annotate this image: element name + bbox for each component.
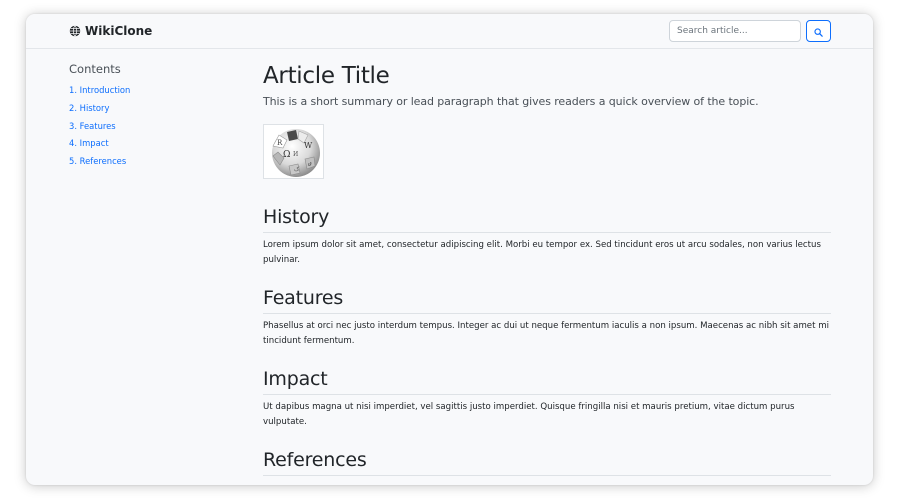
section-body: Ut dapibus magna ut nisi imperdiet, vel … [263, 402, 795, 427]
toc-item: 3. Features [69, 121, 219, 139]
search-button[interactable] [806, 20, 831, 42]
section-history: History Lorem ipsum dolor sit amet, cons… [263, 205, 831, 267]
toc-title: Contents [69, 62, 121, 76]
article-image: R Ω W И ሀ ک [263, 124, 324, 179]
wikipedia-globe-logo: R Ω W И ሀ ک [271, 128, 320, 177]
article-lead: This is a short summary or lead paragrap… [263, 95, 759, 108]
search-input[interactable] [669, 20, 801, 42]
table-of-contents: Contents 1. Introduction 2. History 3. F… [69, 62, 219, 174]
toc-item: 1. Introduction [69, 85, 219, 103]
brand-link[interactable]: WikiClone [69, 23, 152, 39]
toc-link-history[interactable]: 2. History [69, 103, 109, 113]
article-content: Article Title This is a short summary or… [263, 62, 831, 476]
section-features: Features Phasellus at orci nec justo int… [263, 286, 831, 348]
toc-link-features[interactable]: 3. Features [69, 121, 116, 131]
svg-text:ሀ: ሀ [308, 160, 312, 168]
section-body: Lorem ipsum dolor sit amet, consectetur … [263, 240, 821, 265]
navbar: WikiClone [26, 14, 873, 49]
toc-link-references[interactable]: 5. References [69, 156, 126, 166]
section-heading: References [263, 448, 831, 476]
svg-text:W: W [304, 141, 313, 150]
section-heading: Impact [263, 367, 831, 395]
browser-window: WikiClone Contents 1. Introduction 2. Hi… [26, 14, 873, 485]
section-heading: History [263, 205, 831, 233]
toc-item: 4. Impact [69, 138, 219, 156]
toc-link-introduction[interactable]: 1. Introduction [69, 85, 130, 95]
globe-icon [69, 25, 81, 37]
svg-text:ک: ک [294, 166, 300, 173]
brand-name: WikiClone [85, 24, 153, 38]
section-references: References [263, 448, 831, 476]
toc-item: 5. References [69, 156, 219, 174]
toc-link-impact[interactable]: 4. Impact [69, 138, 109, 148]
section-body: Phasellus at orci nec justo interdum tem… [263, 321, 829, 346]
svg-text:Ω: Ω [283, 150, 290, 160]
article-title: Article Title [263, 63, 390, 89]
search-icon [814, 22, 823, 41]
section-impact: Impact Ut dapibus magna ut nisi imperdie… [263, 367, 831, 429]
svg-text:И: И [293, 151, 298, 158]
toc-list: 1. Introduction 2. History 3. Features 4… [69, 85, 219, 174]
toc-item: 2. History [69, 103, 219, 121]
section-heading: Features [263, 286, 831, 314]
svg-text:R: R [277, 139, 283, 147]
